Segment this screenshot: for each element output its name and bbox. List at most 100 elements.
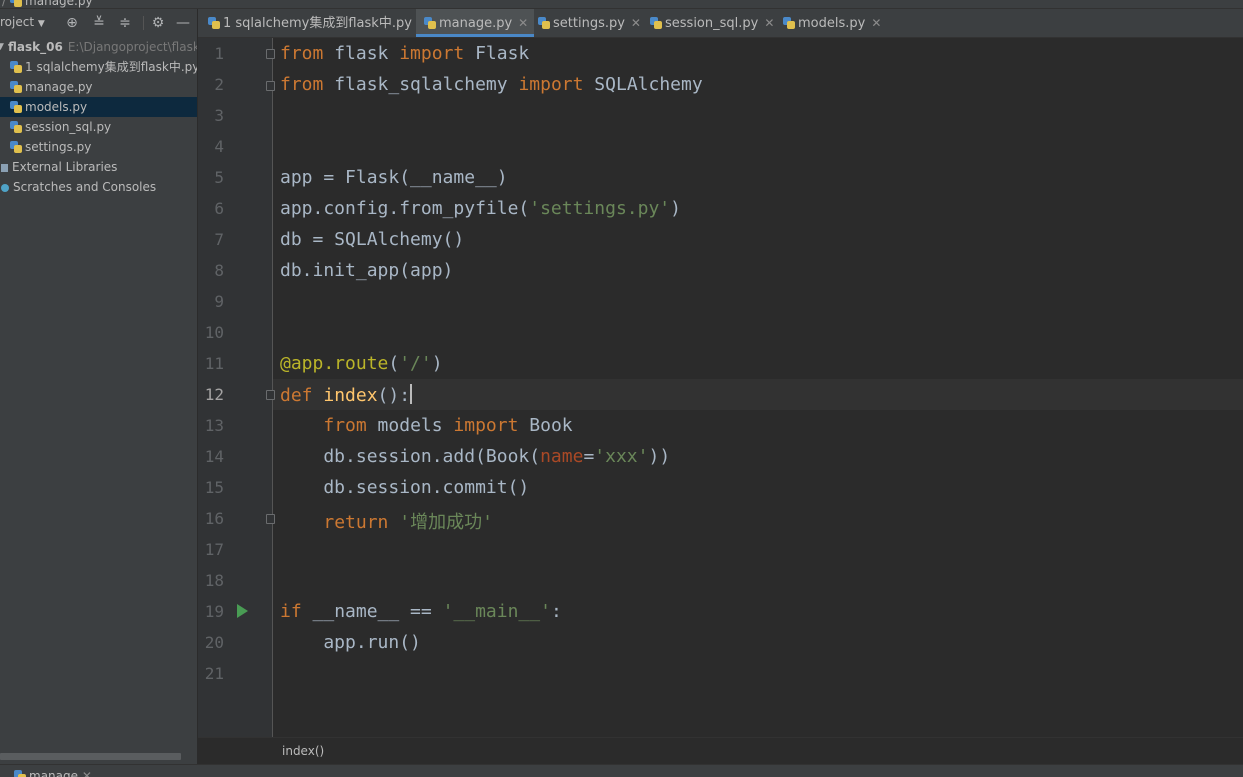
nav-breadcrumb[interactable]: / manage.py [0,0,93,8]
python-file-icon [10,81,22,93]
code-line[interactable]: from models import Book [280,415,572,436]
line-number: 8 [214,261,224,280]
line-number: 5 [214,168,224,187]
tree-root-folder[interactable]: ▼ flask_06 E:\Djangoproject\flask_ [0,37,197,57]
python-file-icon [10,121,22,133]
line-number: 6 [214,199,224,218]
line-number: 7 [214,230,224,249]
tree-external-libraries[interactable]: External Libraries [0,157,197,177]
crosshair-icon[interactable]: ⊕ [63,14,81,32]
close-icon[interactable]: ✕ [518,16,528,30]
line-number: 13 [204,416,224,435]
chevron-right-icon: / [2,0,7,8]
chevron-down-icon: ▼ [0,42,4,52]
code-line[interactable]: @app.route('/') [280,353,443,374]
external-libraries-label: External Libraries [12,160,118,174]
code-line[interactable]: from flask_sqlalchemy import SQLAlchemy [280,74,703,95]
tab-settings[interactable]: settings.py ✕ [538,9,641,37]
tree-file-label: 1 sqlalchemy集成到flask中.py [25,60,197,74]
library-icon [1,164,8,172]
code-line[interactable]: db.session.add(Book(name='xxx')) [280,446,670,467]
structure-breadcrumb[interactable]: index() [282,744,324,758]
project-view-selector[interactable]: roject ▼ [0,15,45,29]
tree-file-label: models.py [25,100,88,114]
code-line[interactable]: db.init_app(app) [280,260,453,281]
tab-label: settings.py [553,16,625,31]
tab-models[interactable]: models.py ✕ [783,9,881,37]
fold-icon[interactable] [266,81,275,91]
minimize-icon[interactable]: — [174,14,192,32]
scratches-icon [1,184,9,192]
fold-icon[interactable] [266,514,275,524]
project-tree: ▼ flask_06 E:\Djangoproject\flask_ 1 sqla… [0,37,197,197]
expand-all-icon[interactable]: ≚ [90,14,108,32]
line-number: 18 [204,571,224,590]
tree-file-label: manage.py [25,80,93,94]
python-file-icon [208,17,220,29]
tree-file-item[interactable]: settings.py [0,137,197,157]
line-number: 20 [204,633,224,652]
tab-label: session_sql.py [665,16,759,31]
tree-file-item[interactable]: 1 sqlalchemy集成到flask中.py [0,57,197,77]
code-editor[interactable]: 1 2 3 4 5 6 7 8 9 10 11 12 13 14 15 16 17 18 19 20 21 from f… [198,38,1243,737]
project-view-label: roject [0,15,35,29]
fold-icon[interactable] [266,49,275,59]
tree-scratches[interactable]: Scratches and Consoles [0,177,197,197]
line-number: 9 [214,292,224,311]
line-number: 16 [204,509,224,528]
code-line[interactable]: db = SQLAlchemy() [280,229,464,250]
line-number: 12 [204,385,224,404]
code-line[interactable]: app = Flask(__name__) [280,167,508,188]
tab-sqlalchemy-flask[interactable]: 1 sqlalchemy集成到flask中.py✕ [208,9,428,37]
editor-tab-bar: 1 sqlalchemy集成到flask中.py✕ manage.py✕ set… [198,9,1243,38]
line-number: 14 [204,447,224,466]
current-line-highlight [273,379,1243,410]
collapse-all-icon[interactable]: ≑ [116,14,134,32]
tree-file-item[interactable]: session_sql.py [0,117,197,137]
code-line[interactable]: if __name__ == '__main__': [280,601,562,622]
python-file-icon [538,17,550,29]
close-icon[interactable]: ✕ [871,16,881,30]
python-file-icon [650,17,662,29]
project-panel-toolbar: roject ▼ ⊕ ≚ ≑ ⚙ — [0,9,197,37]
line-number: 21 [204,664,224,683]
root-folder-name: flask_06 [8,40,63,54]
fold-icon[interactable] [266,390,275,400]
navigation-bar: / manage.py [0,0,1243,9]
code-line[interactable]: def index(): [280,384,413,406]
line-number: 17 [204,540,224,559]
line-number: 4 [214,137,224,156]
toolbar-divider [143,16,144,30]
python-file-icon [10,141,22,153]
tree-file-label: session_sql.py [25,120,112,134]
code-line[interactable]: app.run() [280,632,421,653]
python-file-icon [10,61,22,73]
project-panel: roject ▼ ⊕ ≚ ≑ ⚙ — ▼ flask_06 E:\Djangopr… [0,9,197,764]
close-icon[interactable]: ✕ [764,16,774,30]
root-folder-path: E:\Djangoproject\flask_ [67,40,197,54]
run-icon[interactable] [237,604,248,618]
code-line[interactable]: from flask import Flask [280,43,529,64]
tab-label: 1 sqlalchemy集成到flask中.py [223,16,412,31]
line-number: 11 [204,354,224,373]
nav-file-label: manage.py [25,0,93,8]
line-number: 1 [214,44,224,63]
code-line[interactable]: db.session.commit() [280,477,529,498]
tab-manage[interactable]: manage.py ✕ [416,9,535,37]
tree-file-item-selected[interactable]: models.py [0,97,197,117]
close-icon[interactable]: ✕ [631,16,641,30]
horizontal-scrollbar[interactable] [0,753,181,760]
text-caret [410,384,413,404]
line-number: 2 [214,75,224,94]
chevron-down-icon: ▼ [37,19,45,29]
line-number: 15 [204,478,224,497]
python-file-icon [424,17,436,29]
code-line[interactable]: return '增加成功' [280,508,493,534]
code-line[interactable]: app.config.from_pyfile('settings.py') [280,198,681,219]
tree-file-item[interactable]: manage.py [0,77,197,97]
tab-label: manage.py [439,16,513,31]
run-tool-window-strip: manage ✕ [0,764,1243,777]
gear-icon[interactable]: ⚙ [149,14,167,32]
python-file-icon [783,17,795,29]
tab-session-sql[interactable]: session_sql.py ✕ [650,9,774,37]
